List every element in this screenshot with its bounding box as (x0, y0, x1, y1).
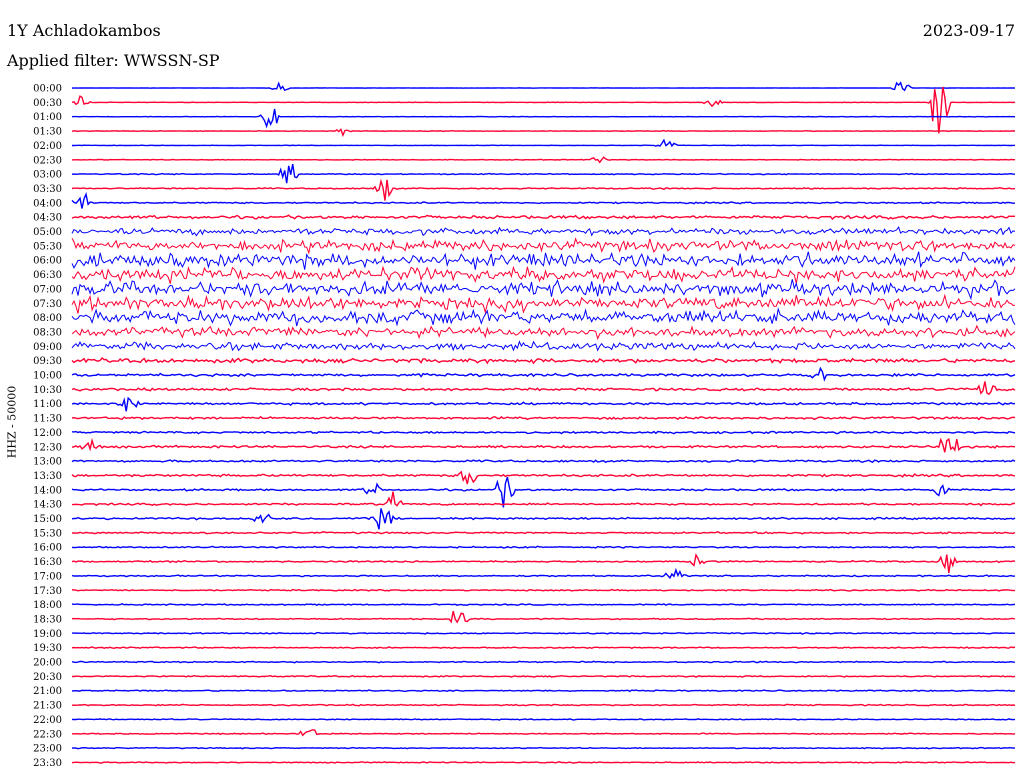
trace-line (71, 459, 1016, 464)
row-time-label: 05:30 (33, 241, 62, 252)
row-time-label: 00:30 (33, 98, 62, 109)
trace-line (71, 491, 1016, 507)
trace-line (71, 86, 1016, 134)
row-time-label: 10:00 (33, 371, 62, 382)
row-time-label: 13:00 (33, 457, 62, 468)
trace-line (71, 381, 1016, 396)
trace-line (71, 545, 1016, 549)
row-time-label: 05:00 (33, 227, 62, 238)
row-time-label: 07:00 (33, 284, 62, 295)
row-time-label: 17:00 (33, 571, 62, 582)
trace-line (71, 178, 1016, 201)
trace-line (71, 237, 1016, 255)
trace-line (71, 192, 1015, 209)
row-time-label: 20:30 (33, 672, 62, 683)
row-time-label: 11:30 (33, 414, 62, 425)
row-time-label: 23:00 (33, 744, 62, 755)
row-time-label: 18:00 (33, 600, 62, 611)
trace-line (71, 553, 1016, 574)
trace-line (71, 689, 1016, 693)
row-time-label: 14:00 (33, 485, 62, 496)
row-time-label: 13:30 (33, 471, 62, 482)
trace-line (71, 357, 1016, 365)
trace-line (71, 396, 1016, 412)
row-time-label: 10:30 (33, 385, 62, 396)
trace-line (71, 226, 1016, 237)
trace-line (71, 81, 1016, 92)
row-time-label: 01:00 (33, 112, 62, 123)
trace-line (71, 729, 1016, 737)
trace-line (71, 324, 1016, 341)
trace-line (71, 746, 1015, 750)
row-time-label: 21:30 (33, 701, 62, 712)
row-time-label: 09:00 (33, 342, 62, 353)
row-time-label: 22:30 (33, 729, 62, 740)
trace-line (71, 293, 1016, 315)
row-time-label: 15:00 (33, 514, 62, 525)
row-time-label: 03:30 (33, 184, 62, 195)
trace-line (71, 214, 1016, 221)
row-time-label: 23:30 (33, 758, 62, 769)
row-time-label: 12:30 (33, 442, 62, 453)
trace-line (71, 340, 1016, 352)
trace-line (71, 156, 1015, 164)
trace-line (71, 660, 1016, 664)
row-time-label: 03:00 (33, 170, 62, 181)
row-time-label: 21:00 (33, 686, 62, 697)
row-time-label: 16:00 (33, 543, 62, 554)
trace-line (71, 508, 1016, 530)
row-time-label: 18:30 (33, 614, 62, 625)
trace-line (72, 138, 1016, 148)
row-time-label: 17:30 (33, 586, 62, 597)
row-time-label: 12:00 (33, 428, 62, 439)
row-time-label: 00:00 (33, 84, 62, 95)
trace-line (71, 437, 1015, 453)
trace-line (71, 567, 1016, 580)
helicorder-plot: 00:00 00:30 01:00 01:30 02:00 02:30 03:00 03:30… (33, 81, 1016, 769)
trace-line (71, 415, 1016, 421)
trace-line (71, 128, 1015, 138)
row-time-label: 08:00 (33, 313, 62, 324)
trace-line (71, 251, 1016, 270)
trace-line (71, 761, 1016, 764)
trace-line (71, 307, 1016, 327)
row-time-label: 15:30 (33, 528, 62, 539)
trace-line (71, 366, 1016, 382)
trace-line (71, 470, 1016, 485)
time-tick-labels: 00:00 00:30 01:00 01:30 02:00 02:30 03:00 03:30… (33, 84, 62, 769)
row-time-label: 01:30 (33, 127, 62, 138)
trace-line (71, 610, 1016, 624)
row-time-label: 19:00 (33, 629, 62, 640)
trace-line (71, 718, 1016, 721)
trace-line (71, 588, 1016, 592)
row-time-label: 16:30 (33, 557, 62, 568)
row-time-label: 07:30 (33, 299, 62, 310)
trace-line (71, 430, 1016, 435)
row-time-label: 22:00 (33, 715, 62, 726)
trace-line (71, 674, 1016, 678)
row-time-label: 11:00 (33, 399, 62, 410)
trace-line (71, 163, 1016, 184)
trace-line (71, 703, 1016, 707)
trace-line (71, 631, 1016, 635)
trace-line (71, 278, 1016, 301)
row-time-label: 06:30 (33, 270, 62, 281)
row-time-label: 08:30 (33, 327, 62, 338)
trace-line (71, 603, 1016, 607)
row-time-label: 02:00 (33, 141, 62, 152)
row-time-label: 19:30 (33, 643, 62, 654)
row-time-label: 09:30 (33, 356, 62, 367)
row-time-label: 14:30 (33, 500, 62, 511)
trace-line (71, 265, 1016, 284)
row-time-label: 20:00 (33, 658, 62, 669)
row-time-label: 06:00 (33, 256, 62, 267)
trace-line (71, 646, 1016, 650)
row-time-label: 04:30 (33, 213, 62, 224)
row-time-label: 02:30 (33, 155, 62, 166)
trace-layer (71, 81, 1016, 764)
trace-line (71, 108, 1016, 129)
row-time-label: 04:00 (33, 198, 62, 209)
trace-line (71, 531, 1016, 535)
